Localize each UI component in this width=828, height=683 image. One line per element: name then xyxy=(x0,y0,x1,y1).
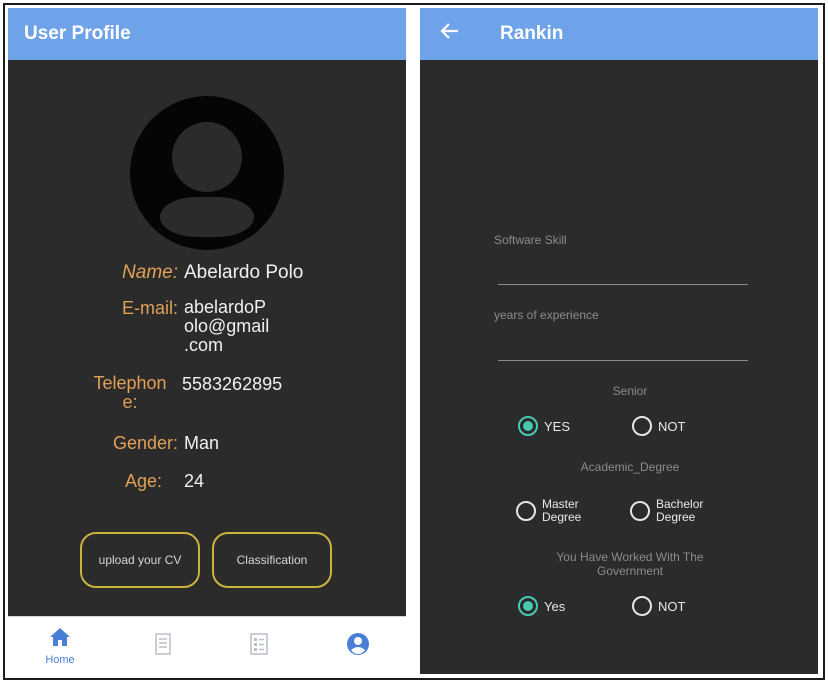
arrow-left-icon[interactable] xyxy=(440,22,460,44)
home-icon xyxy=(49,627,71,652)
app-bar: User Profile xyxy=(8,8,406,60)
senior-yes-label: YES xyxy=(544,418,571,434)
bottom-navigation: Home xyxy=(8,616,406,674)
senior-yes-radio[interactable]: YES xyxy=(518,416,570,436)
senior-not-radio[interactable]: NOT xyxy=(632,416,685,436)
telephone-label-line: e: xyxy=(122,392,138,412)
academic-degree-label: Academic_Degree xyxy=(580,460,680,474)
government-yes-label: Yes xyxy=(544,598,566,614)
gender-label: Gender: xyxy=(112,433,178,453)
nav-item-documents[interactable] xyxy=(143,617,183,674)
option-line: Degree xyxy=(656,510,696,524)
government-label-line: Government xyxy=(596,564,664,578)
rankin-screen: Rankin Software Skill years of experienc… xyxy=(420,8,818,674)
government-yes-radio[interactable]: Yes xyxy=(518,596,565,616)
radio-unselected-icon xyxy=(630,501,650,521)
experience-underline xyxy=(498,360,748,361)
software-skill-underline xyxy=(498,284,748,285)
age-value: 24 xyxy=(184,471,205,491)
age-label: Age: xyxy=(124,471,162,491)
checklist-icon xyxy=(249,632,269,660)
government-not-label: NOT xyxy=(658,598,686,614)
telephone-value: 5583262895 xyxy=(182,374,283,394)
master-degree-radio[interactable]: Master Degree xyxy=(516,498,581,524)
telephone-label: Telephon e: xyxy=(78,374,182,412)
radio-selected-icon xyxy=(518,416,538,436)
software-skill-field[interactable]: Software Skill xyxy=(494,233,567,247)
app-bar: Rankin xyxy=(420,8,818,60)
nav-item-profile[interactable] xyxy=(338,617,378,674)
name-value: Abelardo Polo xyxy=(184,262,304,283)
nav-label-home: Home xyxy=(45,653,75,666)
nav-item-checklist[interactable] xyxy=(239,617,279,674)
radio-selected-icon xyxy=(518,596,538,616)
bachelor-degree-label: Bachelor Degree xyxy=(656,498,703,524)
government-not-radio[interactable]: NOT xyxy=(632,596,685,616)
avatar-head-shape xyxy=(172,122,242,192)
radio-unselected-icon xyxy=(632,416,652,436)
senior-not-label: NOT xyxy=(658,418,686,434)
classification-button[interactable]: Classification xyxy=(212,532,332,588)
government-label-line: You Have Worked With The xyxy=(556,550,704,564)
email-value: abelardoP olo@gmail .com xyxy=(184,298,269,355)
master-degree-label: Master Degree xyxy=(542,498,581,524)
name-label: Name: xyxy=(122,262,178,283)
email-value-line: olo@gmail xyxy=(184,316,270,336)
account-circle-icon xyxy=(346,632,370,661)
email-value-line: .com xyxy=(184,335,224,355)
user-profile-screen: User Profile Name: Abelardo Polo E-mail:… xyxy=(8,8,406,674)
page-title: User Profile xyxy=(24,23,131,44)
senior-label: Senior xyxy=(612,384,648,398)
experience-field[interactable]: years of experience xyxy=(494,308,599,322)
telephone-label-line: Telephon xyxy=(93,373,167,393)
radio-unselected-icon xyxy=(516,501,536,521)
option-line: Degree xyxy=(542,510,582,524)
email-value-line: abelardoP xyxy=(184,297,267,317)
government-label: You Have Worked With The Government xyxy=(510,550,750,578)
bachelor-degree-radio[interactable]: Bachelor Degree xyxy=(630,498,703,524)
radio-unselected-icon xyxy=(632,596,652,616)
page-title: Rankin xyxy=(500,23,564,44)
avatar xyxy=(130,96,284,250)
avatar-body-shape xyxy=(160,197,254,237)
upload-cv-button[interactable]: upload your CV xyxy=(80,532,200,588)
document-icon xyxy=(154,632,172,660)
nav-item-home[interactable]: Home xyxy=(30,617,90,674)
gender-value: Man xyxy=(184,433,220,453)
email-label: E-mail: xyxy=(121,298,178,318)
